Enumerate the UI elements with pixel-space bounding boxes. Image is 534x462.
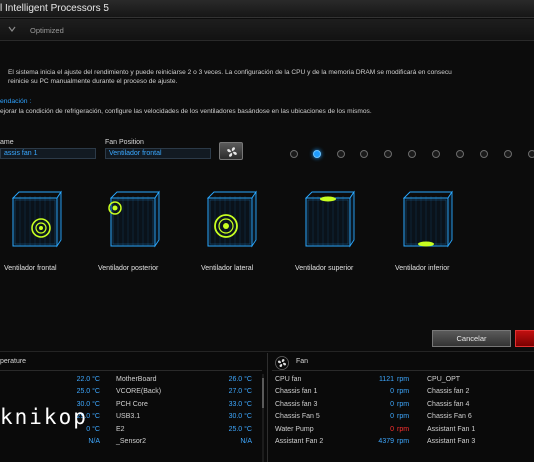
case-bottom-fan-icon[interactable] xyxy=(396,190,456,250)
case-label: Ventilador frontal xyxy=(4,265,57,272)
case-front-fan-icon[interactable] xyxy=(5,190,65,250)
position-dot[interactable] xyxy=(504,150,512,158)
fan-tuning-button[interactable] xyxy=(219,142,243,160)
fan-speed-unit: rpm xyxy=(397,388,410,396)
fan-position-field[interactable]: Ventilador frontal xyxy=(105,148,211,159)
case-side-fan-icon[interactable] xyxy=(200,190,260,250)
position-dot[interactable] xyxy=(528,150,534,158)
recommendation-text: ejorar la condición de refrigeración, co… xyxy=(0,108,372,115)
window-title: l Intelligent Processors 5 xyxy=(0,3,109,14)
mode-header[interactable]: Optimized xyxy=(0,19,534,41)
temperature-rule xyxy=(0,370,262,371)
mode-label: Optimized xyxy=(30,26,64,35)
position-dot[interactable] xyxy=(456,150,464,158)
chevron-down-icon[interactable] xyxy=(8,25,16,33)
case-rear-fan-icon[interactable] xyxy=(103,190,163,250)
case-label: Ventilador posterior xyxy=(98,265,159,272)
sensor-name: PCH Core xyxy=(116,400,148,408)
sensor-name: _Sensor2 xyxy=(116,438,146,445)
temperature-value: 26.0 °C xyxy=(228,376,252,383)
fan-speed-value: 0 xyxy=(390,425,394,433)
temperature-header: perature xyxy=(0,358,27,365)
temperature-value: 27.0 °C xyxy=(228,388,252,396)
fan-icon xyxy=(227,147,237,157)
position-dot[interactable] xyxy=(313,150,321,158)
fan-name: Chassis Fan 5 xyxy=(275,413,320,421)
case-label: Ventilador superior xyxy=(295,265,354,272)
sensor-name: VCORE(Back) xyxy=(116,388,162,396)
title-bar: l Intelligent Processors 5 xyxy=(0,0,534,18)
temperature-value: N/A xyxy=(240,438,252,445)
fan-name: Chassis fan 2 xyxy=(427,388,470,396)
fan-speed-value: 1121 xyxy=(378,376,394,383)
panel-divider xyxy=(267,353,268,462)
fan-speed-value: 0 xyxy=(390,400,394,408)
fan-header: Fan xyxy=(296,358,309,365)
sensor-name: MotherBoard xyxy=(116,376,157,383)
cancel-button[interactable]: Cancelar xyxy=(432,330,511,347)
temperature-value: 22.0 °C xyxy=(76,376,100,383)
position-dot[interactable] xyxy=(360,150,368,158)
fan-name: Assistant Fan 1 xyxy=(427,425,476,433)
fan-speed-unit: rpm xyxy=(397,438,410,445)
watermark: knikop xyxy=(0,405,88,429)
fan-name: Chassis fan 4 xyxy=(427,400,470,408)
temperature-value: N/A xyxy=(88,438,100,445)
fan-icon xyxy=(275,356,289,370)
temperature-value: 25.0 °C xyxy=(228,425,252,433)
scrollbar-thumb[interactable] xyxy=(262,378,264,408)
temperature-value: 30.0 °C xyxy=(228,413,252,421)
case-top-fan-icon[interactable] xyxy=(298,190,358,250)
position-dot[interactable] xyxy=(337,150,345,158)
position-dot[interactable] xyxy=(480,150,488,158)
temperature-value: 0 °C xyxy=(86,425,100,433)
fan-speed-unit: rpm xyxy=(397,425,410,433)
fan-name: Chassis fan 3 xyxy=(275,400,318,408)
case-label: Ventilador inferior xyxy=(395,265,450,272)
fan-name: Chassis fan 1 xyxy=(275,388,318,396)
temperature-value: 25.0 °C xyxy=(76,388,100,396)
fan-rule xyxy=(272,370,534,371)
apply-button[interactable] xyxy=(515,330,534,347)
fan-speed-unit: rpm xyxy=(397,413,410,421)
info-text-line-2: reinicie su PC manualmente durante el pr… xyxy=(8,78,178,85)
fan-name: Chassis Fan 6 xyxy=(427,413,472,421)
fan-name: Assistant Fan 2 xyxy=(275,438,324,445)
fan-speed-value: 0 xyxy=(390,413,394,421)
fan-speed-value: 0 xyxy=(390,388,394,396)
fan-speed-unit: rpm xyxy=(397,376,410,383)
sensor-name: E2 xyxy=(116,425,125,433)
position-dot[interactable] xyxy=(384,150,392,158)
fan-name: Assistant Fan 3 xyxy=(427,438,476,445)
fan-position-label: Fan Position xyxy=(105,139,144,146)
fan-name: Water Pump xyxy=(275,425,314,433)
position-dot[interactable] xyxy=(290,150,298,158)
fan-name-label: ame xyxy=(0,139,14,146)
fan-name-field[interactable]: assis fan 1 xyxy=(0,148,96,159)
position-dot[interactable] xyxy=(432,150,440,158)
temperature-value: 33.0 °C xyxy=(228,400,252,408)
sensor-name: USB3.1 xyxy=(116,413,141,421)
position-dot[interactable] xyxy=(408,150,416,158)
fan-name: CPU_OPT xyxy=(427,376,461,383)
fan-speed-value: 4379 xyxy=(378,438,394,445)
case-label: Ventilador lateral xyxy=(201,265,254,272)
fan-speed-unit: rpm xyxy=(397,400,410,408)
recommendation-title: endación : xyxy=(0,98,32,105)
fan-name: CPU fan xyxy=(275,376,302,383)
